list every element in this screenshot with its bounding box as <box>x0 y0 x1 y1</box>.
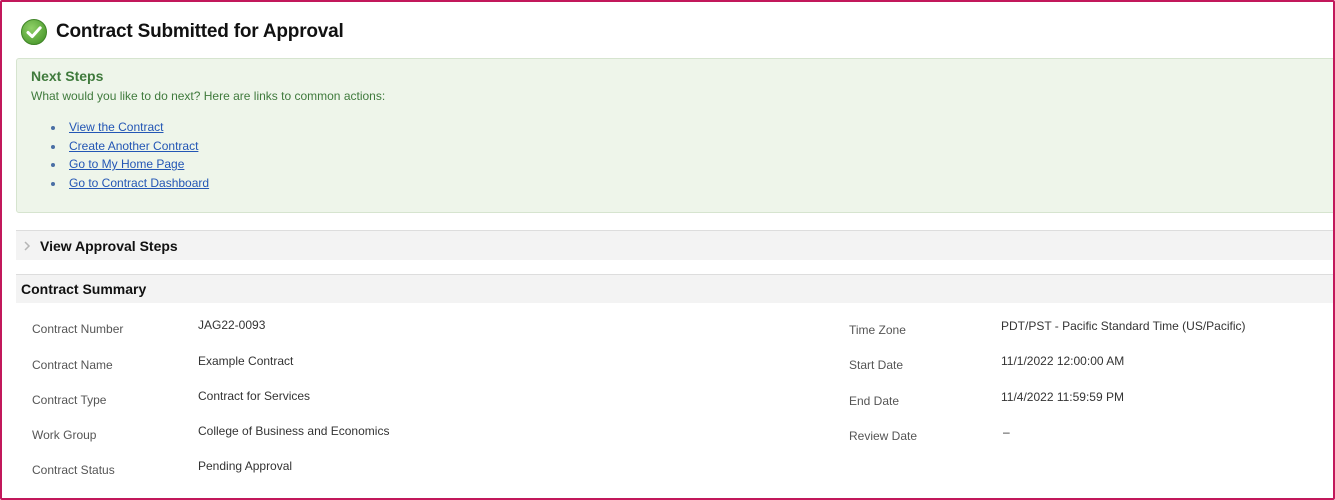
contract-type-label: Contract Type <box>32 393 107 407</box>
view-approval-steps-toggle[interactable]: View Approval Steps <box>16 230 1333 260</box>
bullet-icon <box>51 181 55 186</box>
list-item: View the Contract <box>51 118 209 137</box>
contract-number-label: Contract Number <box>32 322 124 336</box>
start-date-label: Start Date <box>849 358 904 372</box>
end-date-value: 11/4/2022 11:59:59 PM <box>1001 390 1124 404</box>
bullet-icon <box>51 126 55 130</box>
page-frame: Contract Submitted for Approval Next Ste… <box>0 0 1335 500</box>
list-item: Create Another Contract <box>51 137 209 156</box>
page-title: Contract Submitted for Approval <box>56 21 344 42</box>
bullet-icon <box>51 163 55 168</box>
contract-dashboard-link[interactable]: Go to Contract Dashboard <box>69 176 209 190</box>
contract-name-value: Example Contract <box>198 354 294 368</box>
contract-type-value: Contract for Services <box>198 389 311 403</box>
time-zone-value: PDT/PST - Pacific Standard Time (US/Paci… <box>1001 319 1246 333</box>
start-date-value: 11/1/2022 12:00:00 AM <box>1001 354 1125 368</box>
bullet-icon <box>51 144 55 149</box>
contract-status-label: Contract Status <box>32 463 115 477</box>
create-another-contract-link[interactable]: Create Another Contract <box>69 139 198 153</box>
page-header: Contract Submitted for Approval <box>20 18 344 46</box>
view-approval-steps-label: View Approval Steps <box>40 237 178 254</box>
contract-number-value: JAG22-0093 <box>198 318 266 332</box>
check-circle-icon <box>21 19 47 45</box>
contract-status-value: Pending Approval <box>198 459 293 473</box>
time-zone-label: Time Zone <box>849 323 906 337</box>
next-steps-links: View the Contract Create Another Contrac… <box>51 118 209 192</box>
contract-name-label: Contract Name <box>32 358 113 372</box>
work-group-label: Work Group <box>32 428 97 442</box>
my-home-page-link[interactable]: Go to My Home Page <box>69 157 184 171</box>
review-date-label: Review Date <box>849 429 918 443</box>
next-steps-description: What would you like to do next? Here are… <box>31 89 386 103</box>
view-contract-link[interactable]: View the Contract <box>69 120 164 134</box>
end-date-label: End Date <box>849 394 900 408</box>
list-item: Go to Contract Dashboard <box>51 174 209 193</box>
review-date-value: – <box>1003 425 1010 439</box>
contract-summary-header: Contract Summary <box>16 274 1333 303</box>
work-group-value: College of Business and Economics <box>198 424 390 438</box>
list-item: Go to My Home Page <box>51 155 209 174</box>
chevron-right-icon <box>24 240 31 251</box>
contract-summary-title: Contract Summary <box>21 281 147 297</box>
next-steps-panel: Next Steps What would you like to do nex… <box>16 58 1333 213</box>
next-steps-title: Next Steps <box>31 68 104 84</box>
